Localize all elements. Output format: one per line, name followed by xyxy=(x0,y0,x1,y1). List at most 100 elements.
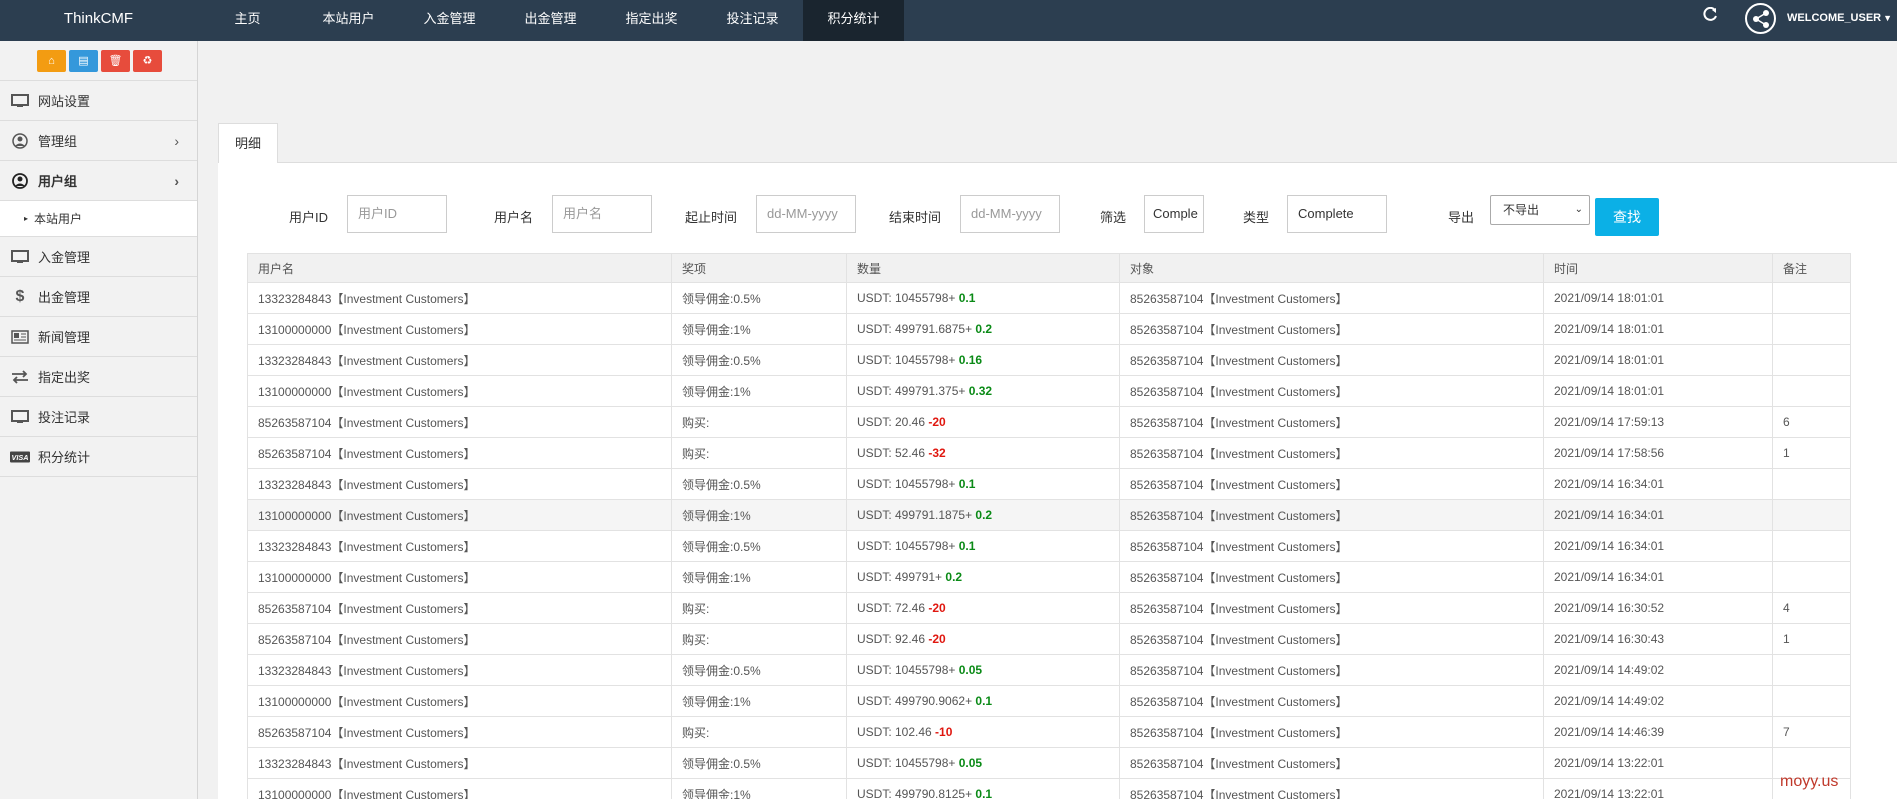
top-nav-bet-records[interactable]: 投注记录 xyxy=(702,0,803,41)
sidebar-item-bet-records[interactable]: 投注记录 xyxy=(0,397,197,437)
user-id-input[interactable]: 用户ID xyxy=(347,195,447,233)
cell-note xyxy=(1772,561,1851,593)
cell-amount: USDT: 499791+ 0.2 xyxy=(846,561,1120,593)
top-nav-points-stats[interactable]: 积分统计 xyxy=(803,0,904,41)
cell-award: 购买: xyxy=(671,592,847,624)
newspaper-icon xyxy=(10,329,30,345)
amount-base: USDT: 10455798+ xyxy=(857,539,959,553)
search-button[interactable]: 查找 xyxy=(1595,198,1659,236)
cell-amount: USDT: 102.46 -10 xyxy=(846,716,1120,748)
sidebar-item-admin-group[interactable]: 管理组 › xyxy=(0,121,197,161)
cell-target: 85263587104【Investment Customers】 xyxy=(1119,561,1544,593)
sidebar-item-label: 入金管理 xyxy=(38,250,91,265)
user-menu[interactable]: WELCOME_USER ▼ xyxy=(1787,12,1892,24)
cell-award: 领导佣金:1% xyxy=(671,375,847,407)
amount-delta: 0.2 xyxy=(945,570,963,584)
cell-username: 13100000000【Investment Customers】 xyxy=(247,499,672,531)
avatar[interactable] xyxy=(1745,3,1776,34)
cell-username: 13100000000【Investment Customers】 xyxy=(247,685,672,717)
table-row: 85263587104【Investment Customers】 购买: USDT… xyxy=(247,623,1851,655)
end-time-label: 结束时间 xyxy=(889,210,942,225)
amount-base: USDT: 92.46 xyxy=(857,632,929,646)
table-row: 13323284843【Investment Customers】 领导佣金:0.… xyxy=(247,468,1851,500)
sidebar-item-user-group[interactable]: 用户组 › xyxy=(0,161,197,201)
top-nav-withdraw[interactable]: 出金管理 xyxy=(500,0,601,41)
tab-detail[interactable]: 明细 xyxy=(218,123,278,164)
top-nav-site-users[interactable]: 本站用户 xyxy=(298,0,399,41)
amount-delta: -20 xyxy=(928,415,946,429)
cell-target: 85263587104【Investment Customers】 xyxy=(1119,344,1544,376)
username-label: WELCOME_USER xyxy=(1787,12,1882,24)
amount-delta: 0.05 xyxy=(958,663,983,677)
cell-username: 85263587104【Investment Customers】 xyxy=(247,437,672,469)
cell-time: 2021/09/14 14:46:39 xyxy=(1543,716,1773,748)
records-table-wrapper: 用户名 奖项 数量 对象 时间 备注 13323284843【Investmen… xyxy=(247,253,1851,799)
cell-target: 85263587104【Investment Customers】 xyxy=(1119,716,1544,748)
table-row: 13100000000【Investment Customers】 领导佣金:1%… xyxy=(247,375,1851,407)
amount-base: USDT: 10455798+ xyxy=(857,663,959,677)
top-nav-home[interactable]: 主页 xyxy=(197,0,298,41)
table-row: 13323284843【Investment Customers】 领导佣金:0.… xyxy=(247,344,1851,376)
column-header-award[interactable]: 奖项 xyxy=(671,253,847,283)
filter-input[interactable]: Comple xyxy=(1144,195,1204,233)
table-row: 13100000000【Investment Customers】 领导佣金:1%… xyxy=(247,313,1851,345)
table-row: 13100000000【Investment Customers】 领导佣金:1%… xyxy=(247,499,1851,531)
amount-delta: 0.1 xyxy=(975,787,993,799)
cell-username: 13100000000【Investment Customers】 xyxy=(247,561,672,593)
sidebar-item-site-settings[interactable]: 网站设置 xyxy=(0,81,197,121)
trash-shortcut-button[interactable]: 🗑 xyxy=(101,49,130,72)
cell-time: 2021/09/14 16:30:43 xyxy=(1543,623,1773,655)
sidebar-item-designated-prize[interactable]: 指定出奖 xyxy=(0,357,197,397)
cell-amount: USDT: 499790.8125+ 0.1 xyxy=(846,778,1120,799)
column-header-amount[interactable]: 数量 xyxy=(846,253,1120,283)
username-input[interactable]: 用户名 xyxy=(552,195,652,233)
top-nav-designated-prize[interactable]: 指定出奖 xyxy=(601,0,702,41)
amount-base: USDT: 10455798+ xyxy=(857,756,959,770)
top-nav-deposit[interactable]: 入金管理 xyxy=(399,0,500,41)
brand-logo[interactable]: ThinkCMF xyxy=(0,0,197,41)
amount-delta: -20 xyxy=(928,601,946,615)
cell-username: 13323284843【Investment Customers】 xyxy=(247,654,672,686)
sidebar-item-points-stats[interactable]: VISA 积分统计 xyxy=(0,437,197,477)
sidebar-item-deposit[interactable]: 入金管理 xyxy=(0,237,197,277)
cell-amount: USDT: 52.46 -32 xyxy=(846,437,1120,469)
type-input[interactable]: Complete xyxy=(1287,195,1387,233)
sidebar-item-withdraw[interactable]: $ 出金管理 xyxy=(0,277,197,317)
table-body: 13323284843【Investment Customers】 领导佣金:0.… xyxy=(247,282,1851,799)
cell-note: 6 xyxy=(1772,406,1851,438)
refresh-icon[interactable] xyxy=(1700,6,1720,27)
amount-base: USDT: 499791+ xyxy=(857,570,946,584)
column-header-username[interactable]: 用户名 xyxy=(247,253,672,283)
column-header-target[interactable]: 对象 xyxy=(1119,253,1544,283)
table-row: 13100000000【Investment Customers】 领导佣金:1%… xyxy=(247,778,1851,799)
cell-time: 2021/09/14 18:01:01 xyxy=(1543,313,1773,345)
column-header-time[interactable]: 时间 xyxy=(1543,253,1773,283)
end-time-input[interactable]: dd-MM-yyyy xyxy=(960,195,1060,233)
cell-amount: USDT: 499790.9062+ 0.1 xyxy=(846,685,1120,717)
cell-note: 4 xyxy=(1772,592,1851,624)
cell-note xyxy=(1772,313,1851,345)
recycle-shortcut-button[interactable]: ♻ xyxy=(133,49,162,72)
cell-note xyxy=(1772,654,1851,686)
table-row: 13100000000【Investment Customers】 领导佣金:1%… xyxy=(247,685,1851,717)
table-row: 85263587104【Investment Customers】 购买: USDT… xyxy=(247,437,1851,469)
chevron-down-icon: ⌄ xyxy=(1574,204,1583,215)
home-shortcut-button[interactable]: ⌂ xyxy=(37,49,66,72)
export-select-value: 不导出 xyxy=(1503,203,1540,217)
user-id-label: 用户ID xyxy=(289,210,329,225)
start-time-input[interactable]: dd-MM-yyyy xyxy=(756,195,856,233)
column-header-note[interactable]: 备注 xyxy=(1772,253,1851,283)
sidebar-item-news[interactable]: 新闻管理 xyxy=(0,317,197,357)
cell-note xyxy=(1772,530,1851,562)
cell-amount: USDT: 20.46 -20 xyxy=(846,406,1120,438)
sidebar-subitem-site-users[interactable]: ▸ 本站用户 xyxy=(0,201,197,237)
export-select[interactable]: 不导出 ⌄ xyxy=(1490,195,1590,225)
amount-delta: 0.16 xyxy=(958,353,983,367)
document-shortcut-button[interactable]: ▤ xyxy=(69,49,98,72)
top-nav: 主页 本站用户 入金管理 出金管理 指定出奖 投注记录 积分统计 xyxy=(197,0,904,41)
watermark: moyy.us xyxy=(1780,773,1839,790)
cell-time: 2021/09/14 16:34:01 xyxy=(1543,530,1773,562)
amount-delta: -32 xyxy=(928,446,946,460)
cell-target: 85263587104【Investment Customers】 xyxy=(1119,375,1544,407)
sidebar-item-label: 出金管理 xyxy=(38,290,91,305)
